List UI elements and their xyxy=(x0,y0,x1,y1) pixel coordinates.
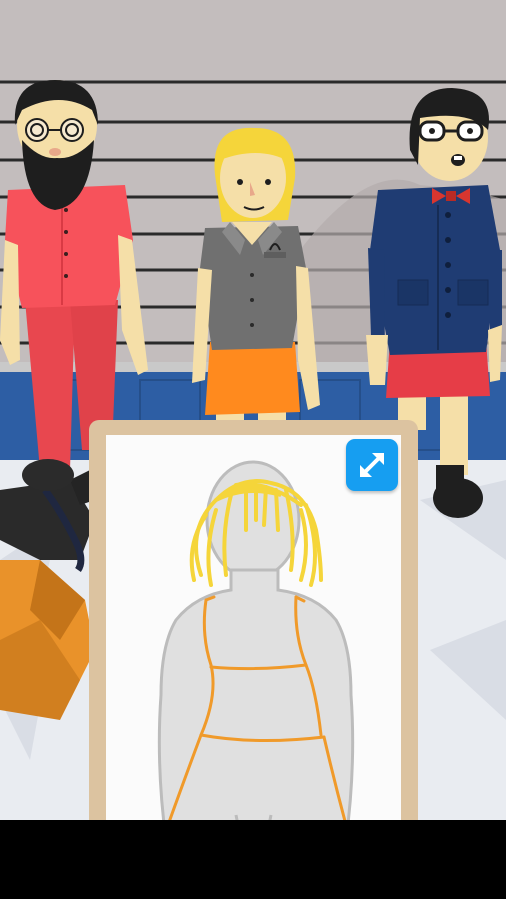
expand-arrows-icon xyxy=(360,453,384,477)
black-bottom-bar xyxy=(0,820,506,899)
expand-button[interactable] xyxy=(346,439,398,491)
sketch-paper xyxy=(106,435,401,840)
